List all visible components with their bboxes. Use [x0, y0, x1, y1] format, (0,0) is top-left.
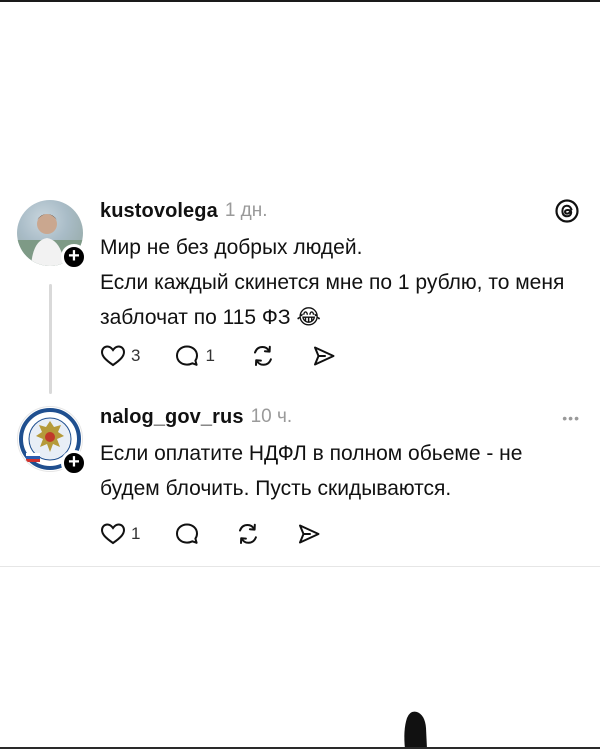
repost-icon [253, 345, 272, 366]
send-icon [299, 524, 320, 544]
repost-icon [239, 523, 258, 544]
text-line: Если оплатите НДФЛ в полном обьеме - не … [100, 442, 523, 500]
share-button[interactable] [296, 522, 322, 546]
post-meta: nalog_gov_rus 10 ч. [100, 402, 580, 432]
like-button[interactable]: 1 [100, 522, 140, 546]
threads-icon[interactable] [554, 198, 580, 229]
thread-post: + kustovolega 1 дн. Мир не без добрых лю… [0, 196, 600, 408]
heart-icon [100, 523, 126, 545]
top-edge [0, 0, 600, 2]
comment-icon [176, 523, 199, 544]
post-meta: kustovolega 1 дн. [100, 196, 580, 226]
more-options-icon[interactable]: ••• [562, 410, 580, 426]
timestamp: 10 ч. [250, 406, 293, 427]
post-divider [0, 566, 600, 567]
avatar-container[interactable]: + [17, 406, 87, 476]
timestamp: 1 дн. [224, 200, 268, 221]
like-count: 1 [131, 524, 141, 543]
dark-shape-fragment [404, 711, 427, 749]
reply-button[interactable] [174, 522, 200, 546]
thread-connector [49, 284, 52, 394]
username[interactable]: nalog_gov_rus [100, 406, 244, 429]
post-content: kustovolega 1 дн. Мир не без добрых люде… [100, 196, 580, 367]
send-icon [313, 346, 335, 366]
repost-button[interactable] [234, 522, 262, 546]
like-button[interactable]: 3 [100, 344, 140, 368]
action-bar: 3 1 [100, 344, 371, 368]
avatar-container[interactable]: + [17, 200, 87, 270]
post-text: Мир не без добрых людей. Если каждый ски… [100, 230, 580, 335]
share-button[interactable] [311, 344, 337, 368]
repost-button[interactable] [249, 344, 277, 368]
action-bar: 1 [100, 522, 356, 546]
text-line: Мир не без добрых людей. [100, 236, 363, 259]
heart-icon [100, 345, 126, 367]
comment-icon [176, 345, 199, 366]
reply-button[interactable]: 1 [174, 344, 215, 368]
thread-post: + nalog_gov_rus 10 ч. ••• Если оплатите … [0, 402, 600, 566]
text-line: Если каждый скинется мне по 1 рублю, то … [100, 271, 565, 329]
username[interactable]: kustovolega [100, 200, 218, 223]
reply-count: 1 [205, 346, 215, 365]
like-count: 3 [131, 346, 141, 365]
follow-plus-button[interactable]: + [61, 450, 87, 476]
post-text: Если оплатите НДФЛ в полном обьеме - не … [100, 436, 580, 506]
follow-plus-button[interactable]: + [61, 244, 87, 270]
post-content: nalog_gov_rus 10 ч. ••• Если оплатите НД… [100, 402, 580, 545]
